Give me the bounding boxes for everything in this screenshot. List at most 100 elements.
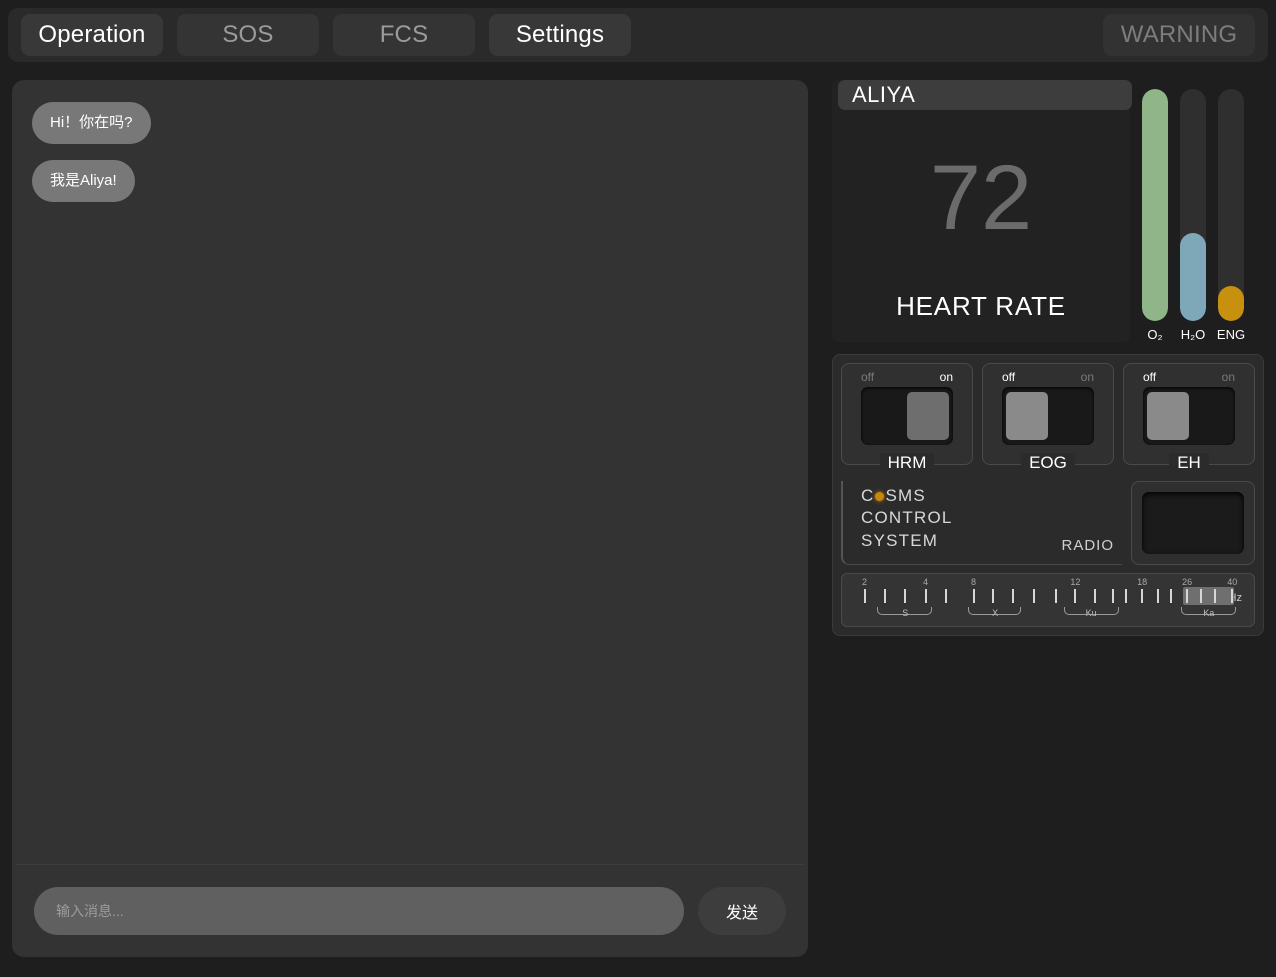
frequency-tick [1074,589,1077,603]
frequency-tick [1094,589,1097,603]
gauge-eng[interactable]: ENG [1216,89,1246,342]
frequency-tick [1156,589,1159,603]
switch-state-labels: off on [1143,370,1235,384]
cosmos-row: C SMS CONTROL SYSTEM RADIO [841,481,1255,565]
frequency-tick [924,589,927,603]
switch-body[interactable] [1002,387,1094,445]
chat-panel: Hi！你在吗? 我是Aliya! 发送 [12,80,808,957]
radio-label: RADIO [1061,537,1114,554]
heart-rate-value: 72 [929,147,1033,249]
frequency-tick-label: 18 [1137,577,1148,587]
heart-rate-panel: ALIYA 72 HEART RATE [832,80,1132,342]
frequency-scale-inner: GHz 24812182640SXKuKa [852,574,1244,626]
switch-caption-hrm: HRM [879,453,935,473]
top-tab-bar: Operation SOS FCS Settings WARNING [8,8,1268,62]
chat-message-list[interactable]: Hi！你在吗? 我是Aliya! [12,80,808,864]
switch-on-label: on [939,370,953,384]
frequency-tick [1186,589,1189,603]
gauge-track [1142,89,1168,321]
frequency-tick [972,589,975,603]
switch-body[interactable] [861,387,953,445]
frequency-tick [1213,589,1216,603]
cosmos-line-1: C SMS [861,485,1122,507]
gauge-label-o2: O₂ [1147,327,1163,342]
astronaut-name-field[interactable]: ALIYA [838,80,1132,110]
radio-display-frame[interactable] [1131,481,1255,565]
switch-knob[interactable] [907,392,949,440]
frequency-tick [1033,589,1036,603]
frequency-tick-label: 8 [971,577,977,587]
switch-state-labels: off on [1002,370,1094,384]
gauge-track [1218,89,1244,321]
frequency-tick-label: 26 [1182,577,1193,587]
switch-knob[interactable] [1147,392,1189,440]
frequency-band-label: S [902,608,909,618]
message-input[interactable] [34,887,684,935]
gauge-fill [1180,232,1206,321]
tab-sos[interactable]: SOS [177,14,319,56]
frequency-tick [992,589,995,603]
frequency-tick [945,589,948,603]
gauge-h2o[interactable]: H₂O [1180,89,1206,342]
gauge-label-eng: ENG [1216,327,1246,342]
cosmos-line-1-mid: SM [885,486,914,505]
switch-caption-eog: EOG [1021,453,1075,473]
gauge-fill [1218,286,1244,321]
chat-message-bubble: 我是Aliya! [32,160,135,202]
frequency-tick [1170,589,1173,603]
frequency-tick [1231,589,1234,603]
switch-hrm[interactable]: off on HRM [841,363,973,473]
switch-off-label: off [861,370,875,384]
gauge-o2[interactable]: O₂ [1142,89,1168,342]
gauge-label-h2o: H₂O [1180,327,1206,342]
cosmos-line-1-prefix: C [861,486,875,505]
frequency-tick-label: 4 [923,577,929,587]
chat-input-row: 发送 [12,865,808,957]
frequency-selection[interactable] [1183,587,1235,605]
switch-eh[interactable]: off on EH [1123,363,1255,473]
radio-display-screen [1142,492,1244,554]
switch-state-labels: off on [861,370,953,384]
frequency-tick [1199,589,1202,603]
gauge-fill [1142,89,1168,321]
tab-operation[interactable]: Operation [21,14,163,56]
chat-message-bubble: Hi！你在吗? [32,102,151,144]
switch-on-label: on [1221,370,1235,384]
frequency-tick-label: 40 [1227,577,1238,587]
right-panel: ALIYA 72 HEART RATE O₂ H₂O ENG off on HR… [832,80,1264,636]
switch-on-label: on [1080,370,1094,384]
cosmos-branding: C SMS CONTROL SYSTEM RADIO [841,481,1122,565]
heart-rate-label: HEART RATE [896,291,1066,321]
switch-row: off on HRM off on EOG off on EH [841,363,1255,473]
frequency-tick [1141,589,1144,603]
frequency-tick [904,589,907,603]
send-button[interactable]: 发送 [698,887,786,935]
vitals-row: ALIYA 72 HEART RATE O₂ H₂O ENG [832,80,1264,342]
switch-off-label: off [1143,370,1157,384]
status-led-icon [875,492,885,502]
switch-eog[interactable]: off on EOG [982,363,1114,473]
frequency-tick [1125,589,1128,603]
switch-body[interactable] [1143,387,1235,445]
tab-fcs[interactable]: FCS [333,14,475,56]
frequency-tick [883,589,886,603]
cosmos-line-2: CONTROL [861,508,953,528]
frequency-tick [1111,589,1114,603]
frequency-tick [1011,589,1014,603]
frequency-tick-label: 2 [862,577,868,587]
frequency-band-label: Ku [1085,608,1097,618]
switch-knob[interactable] [1006,392,1048,440]
frequency-band-label: X [992,608,999,618]
control-panel: off on HRM off on EOG off on EH C SMS CO… [832,354,1264,636]
cosmos-line-1-suffix: S [913,486,926,505]
switch-off-label: off [1002,370,1016,384]
tab-settings[interactable]: Settings [489,14,631,56]
frequency-scale[interactable]: GHz 24812182640SXKuKa [841,573,1255,627]
gauge-track [1180,89,1206,321]
frequency-tick [863,589,866,603]
warning-indicator[interactable]: WARNING [1103,14,1255,56]
switch-caption-eh: EH [1169,453,1209,473]
frequency-tick [1054,589,1057,603]
frequency-band-label: Ka [1203,608,1215,618]
frequency-tick-label: 12 [1070,577,1081,587]
